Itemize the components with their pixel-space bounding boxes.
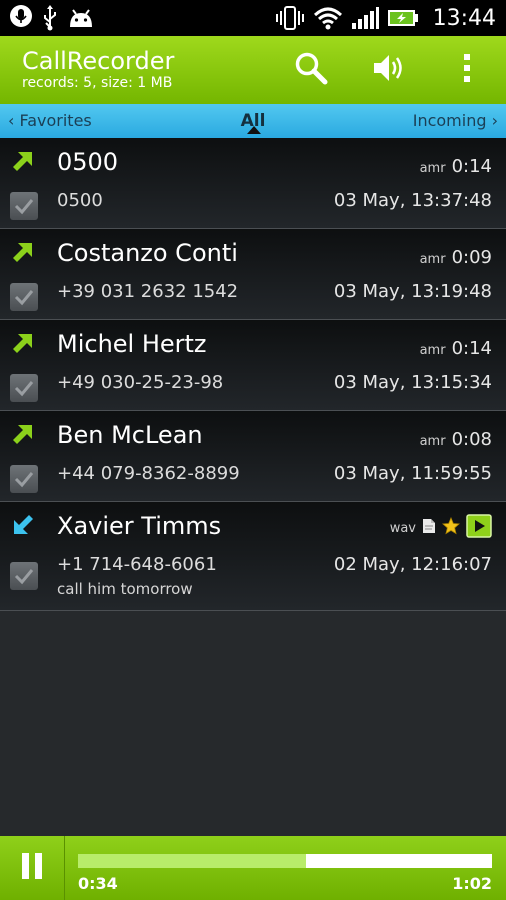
phone-number: +49 030-25-23-98 xyxy=(57,372,224,393)
duration: 0:14 xyxy=(451,338,492,359)
incoming-call-icon xyxy=(12,514,34,540)
playback-progress[interactable] xyxy=(78,854,492,868)
duration: 0:14 xyxy=(451,156,492,177)
pause-button[interactable] xyxy=(0,836,65,900)
record-note: call him tomorrow xyxy=(57,580,193,598)
records-list: 0500 amr 0:14 0500 03 May, 13:37:48 Cost… xyxy=(0,138,506,611)
outgoing-call-icon xyxy=(12,150,34,176)
records-summary: records: 5, size: 1 MB xyxy=(22,75,173,91)
tab-incoming[interactable]: Incoming › xyxy=(413,104,498,138)
pause-icon xyxy=(19,853,45,883)
record-date: 02 May, 12:16:07 xyxy=(333,554,492,575)
search-icon xyxy=(294,51,328,89)
tab-indicator xyxy=(247,126,261,134)
list-item[interactable]: Costanzo Conti amr 0:09 +39 031 2632 154… xyxy=(0,229,506,320)
overflow-menu-button[interactable] xyxy=(428,36,506,104)
outgoing-call-icon xyxy=(12,241,34,267)
select-checkbox[interactable] xyxy=(10,562,38,590)
battery-charging-icon xyxy=(387,8,419,28)
current-time: 0:34 xyxy=(78,874,118,893)
tab-favorites[interactable]: ‹ Favorites xyxy=(8,104,92,138)
playback-bar: 0:34 1:02 xyxy=(0,836,506,900)
contact-name: Ben McLean xyxy=(57,421,203,449)
overflow-menu-icon xyxy=(462,52,472,88)
file-format: amr xyxy=(419,161,446,176)
playback-progress-fill xyxy=(78,854,306,868)
file-format: amr xyxy=(419,343,446,358)
phone-number: +39 031 2632 1542 xyxy=(57,281,239,302)
vibrate-icon xyxy=(275,5,305,31)
note-icon xyxy=(422,518,436,538)
search-button[interactable] xyxy=(272,36,350,104)
status-clock: 13:44 xyxy=(432,5,496,31)
select-checkbox[interactable] xyxy=(10,465,38,493)
select-checkbox[interactable] xyxy=(10,374,38,402)
contact-name: 0500 xyxy=(57,148,119,176)
app-title: CallRecorder xyxy=(22,47,175,75)
record-date: 03 May, 13:37:48 xyxy=(333,190,492,211)
app-bar: CallRecorder records: 5, size: 1 MB xyxy=(0,36,506,104)
record-date: 03 May, 11:59:55 xyxy=(333,463,492,484)
play-icon[interactable] xyxy=(466,514,492,542)
contact-name: Xavier Timms xyxy=(57,512,222,540)
outgoing-call-icon xyxy=(12,423,34,449)
phone-number: +1 714-648-6061 xyxy=(57,554,217,575)
signal-icon xyxy=(351,6,379,30)
status-bar: 13:44 xyxy=(0,0,506,36)
list-item[interactable]: Xavier Timms wav +1 714-648-6061 02 May,… xyxy=(0,502,506,611)
file-format: wav xyxy=(389,520,416,536)
duration: 0:08 xyxy=(451,429,492,450)
select-checkbox[interactable] xyxy=(10,192,38,220)
record-date: 03 May, 13:15:34 xyxy=(333,372,492,393)
phone-number: 0500 xyxy=(57,190,103,211)
android-icon xyxy=(68,7,94,29)
select-checkbox[interactable] xyxy=(10,283,38,311)
wifi-icon xyxy=(313,6,343,30)
file-format: amr xyxy=(419,252,446,267)
duration: 0:09 xyxy=(451,247,492,268)
speaker-icon xyxy=(371,51,407,89)
total-time: 1:02 xyxy=(452,874,492,893)
list-item[interactable]: Michel Hertz amr 0:14 +49 030-25-23-98 0… xyxy=(0,320,506,411)
list-item[interactable]: Ben McLean amr 0:08 +44 079-8362-8899 03… xyxy=(0,411,506,502)
speaker-button[interactable] xyxy=(350,36,428,104)
outgoing-call-icon xyxy=(12,332,34,358)
list-item[interactable]: 0500 amr 0:14 0500 03 May, 13:37:48 xyxy=(0,138,506,229)
microphone-icon xyxy=(10,5,32,31)
phone-number: +44 079-8362-8899 xyxy=(57,463,240,484)
contact-name: Michel Hertz xyxy=(57,330,207,358)
usb-icon xyxy=(42,5,58,31)
star-icon[interactable] xyxy=(442,516,460,539)
title-block: CallRecorder records: 5, size: 1 MB xyxy=(0,48,174,92)
file-format: amr xyxy=(419,434,446,449)
contact-name: Costanzo Conti xyxy=(57,239,238,267)
record-date: 03 May, 13:19:48 xyxy=(333,281,492,302)
